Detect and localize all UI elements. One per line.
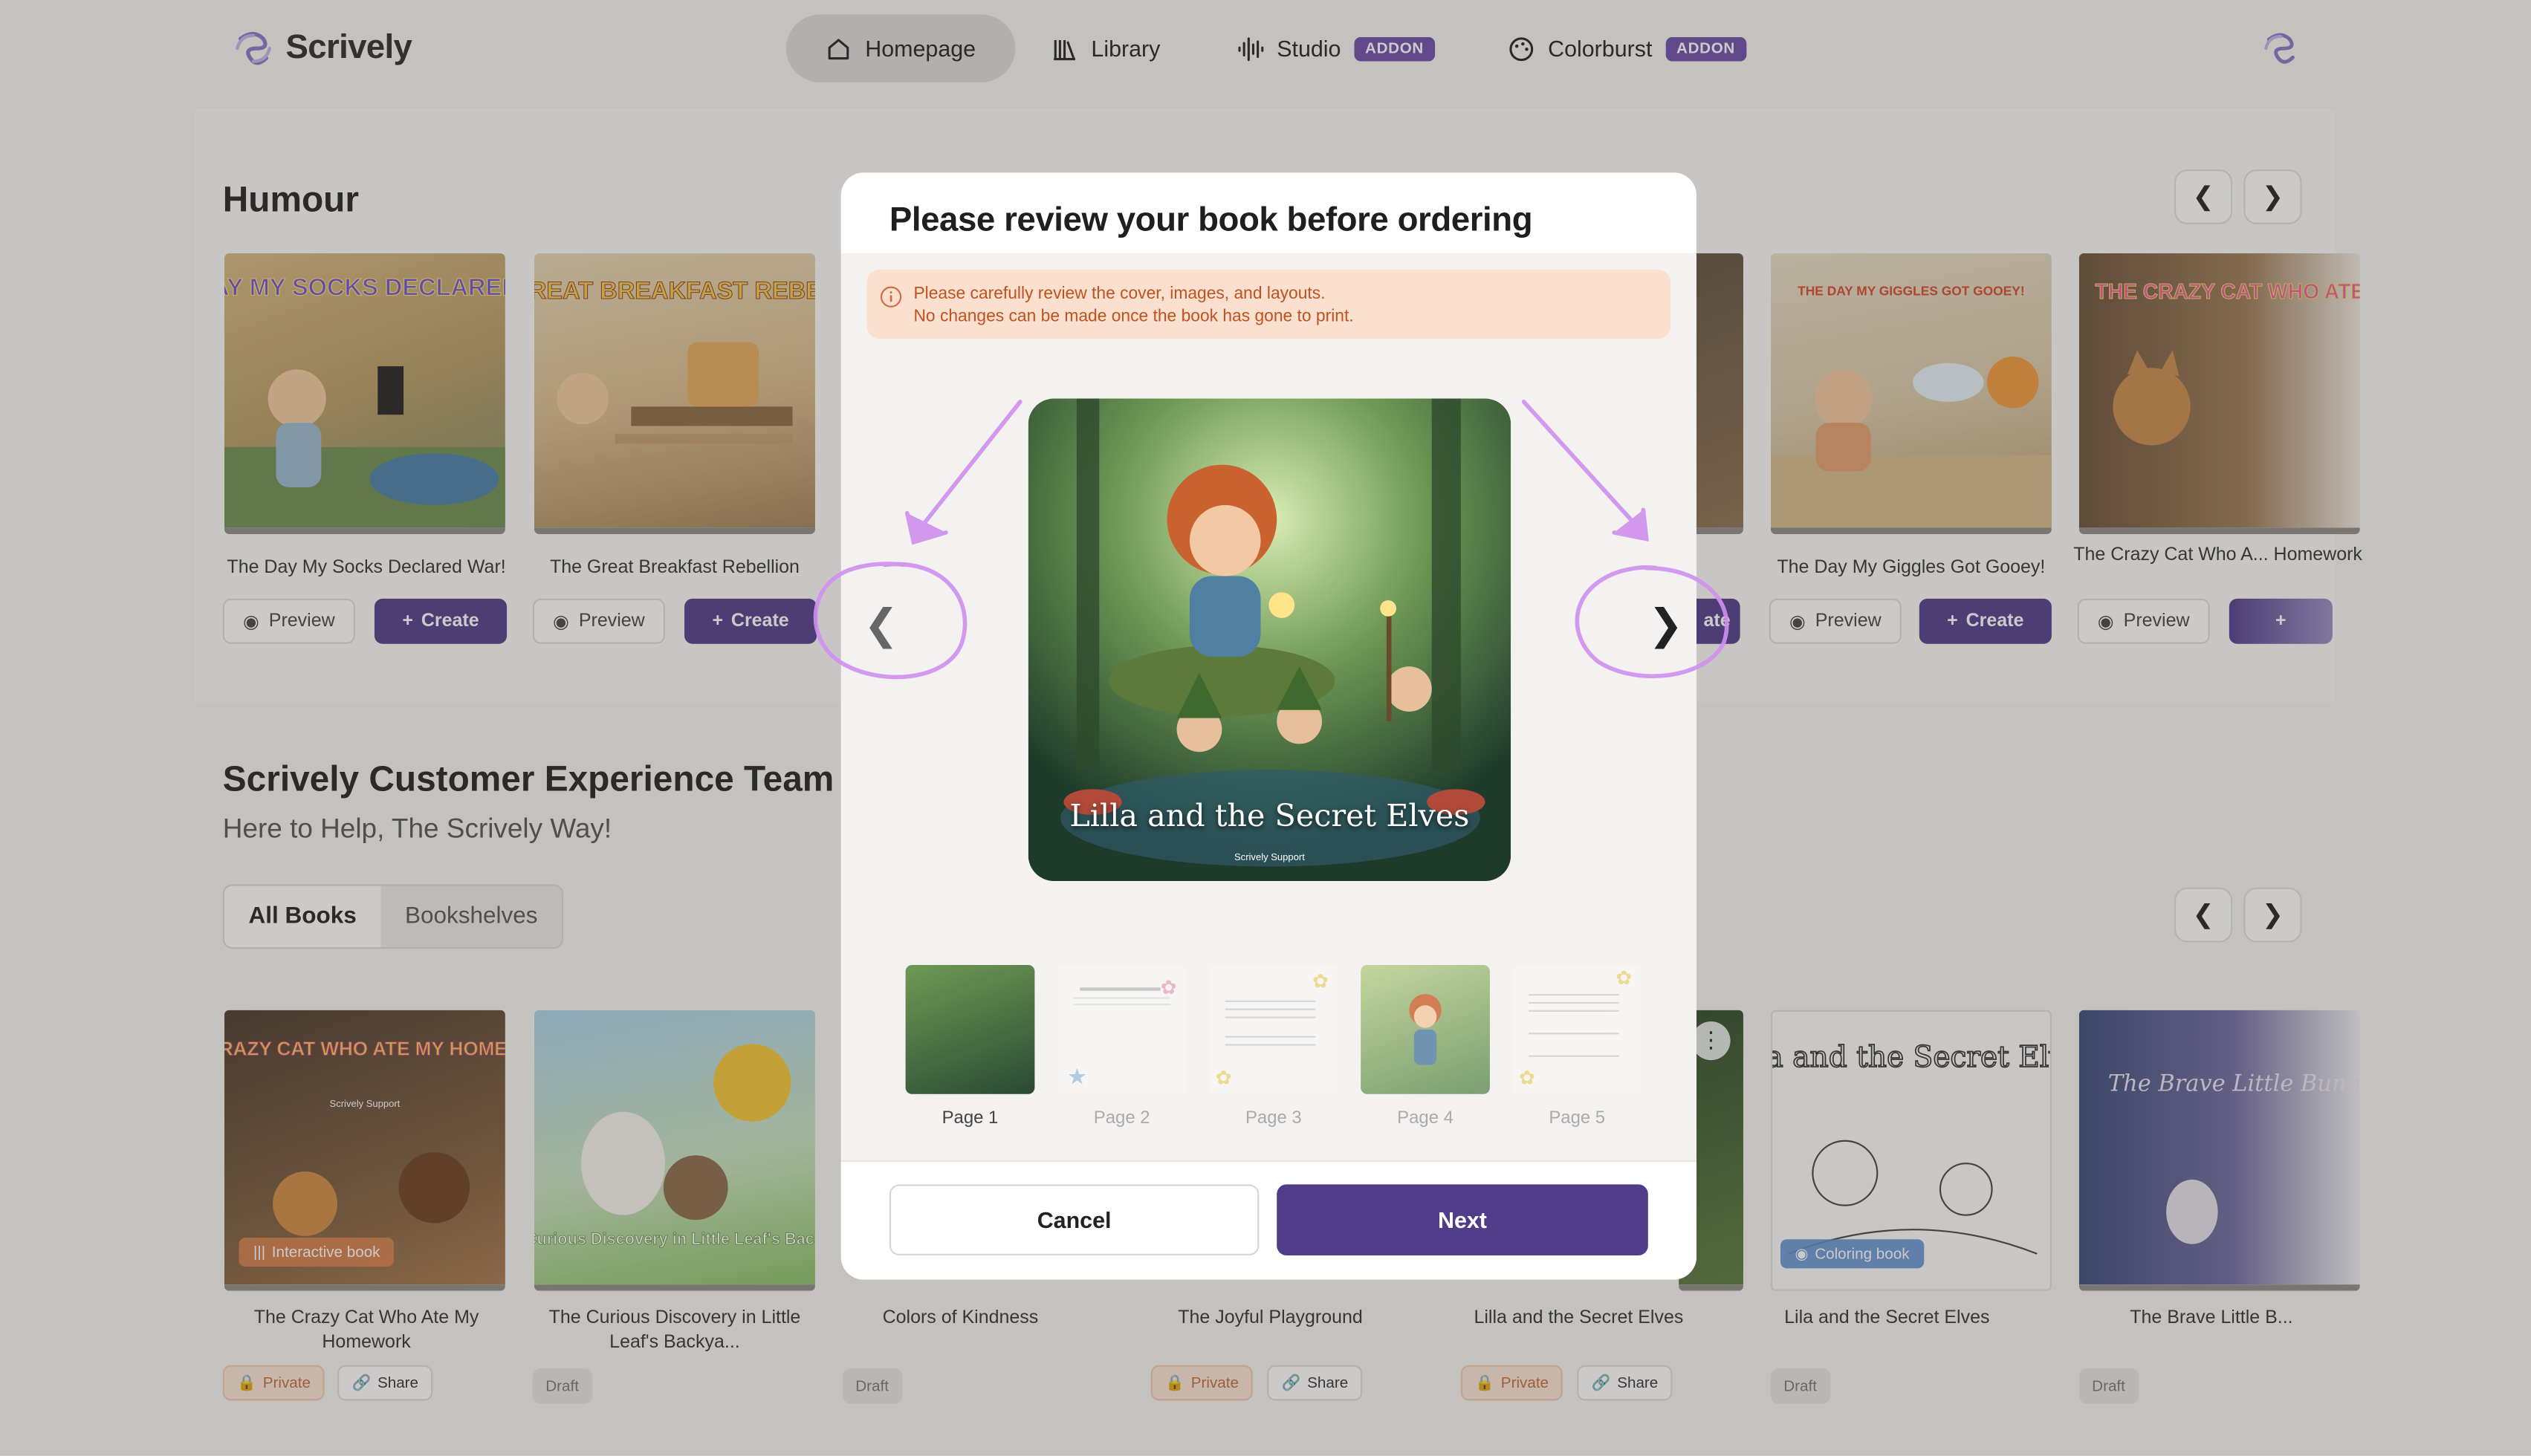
page-thumbnail[interactable]: ★ ✿ [1057,964,1187,1094]
warning-line-2: No changes can be made once the book has… [913,306,1354,326]
chevron-right-icon: ❯ [1647,600,1684,649]
page-label: Page 3 [1245,1108,1302,1128]
svg-text:✿: ✿ [1616,967,1632,989]
next-button[interactable]: Next [1277,1184,1648,1255]
page-thumbnails: Page 1 ★ ✿ Page 2 ✿ ✿ Page 3 Page 4 ✿ ✿ Pag… [905,964,1648,1143]
page-thumbnail[interactable] [905,964,1035,1094]
page-text-preview: ✿✿ [1216,970,1329,1090]
previous-page-button[interactable]: ❮ [863,600,898,650]
review-modal: Please review your book before ordering … [840,172,1696,1280]
warning-line-1: Please carefully review the cover, image… [913,284,1326,304]
svg-text:✿: ✿ [1519,1067,1535,1090]
cancel-button[interactable]: Cancel [889,1184,1260,1255]
modal-footer: Cancel Next [840,1160,1696,1280]
chevron-left-icon: ❮ [863,600,899,649]
page-thumbnail[interactable] [1361,964,1490,1094]
page-text-preview: ★✿ [1067,977,1177,1091]
cover-preview: Lilla and the Secret Elves Scrively Supp… [1028,398,1511,882]
page-text-preview: ✿✿ [1519,967,1632,1090]
warning-banner: Please carefully review the cover, image… [866,269,1671,339]
page-thumbnail[interactable]: ✿ ✿ [1512,964,1642,1094]
svg-text:✿: ✿ [1312,970,1329,992]
modal-title: Please review your book before ordering [889,201,1533,239]
svg-text:✿: ✿ [1161,977,1177,999]
screen: Scrively Homepage Library Studio ADDON C… [0,0,2531,1456]
page-label: Page 1 [942,1108,999,1128]
svg-text:✿: ✿ [1216,1067,1232,1090]
cover-author: Scrively Support [1234,854,1305,864]
info-icon [880,286,902,308]
page-illustration [1409,994,1442,1065]
page-label: Page 5 [1549,1108,1606,1128]
next-page-button[interactable]: ❯ [1648,600,1683,650]
page-label: Page 4 [1397,1108,1454,1128]
cover-title: Lilla and the Secret Elves [1069,799,1470,835]
page-label: Page 2 [1093,1108,1150,1128]
svg-text:★: ★ [1067,1065,1087,1091]
page-thumbnail[interactable]: ✿ ✿ [1208,964,1338,1094]
